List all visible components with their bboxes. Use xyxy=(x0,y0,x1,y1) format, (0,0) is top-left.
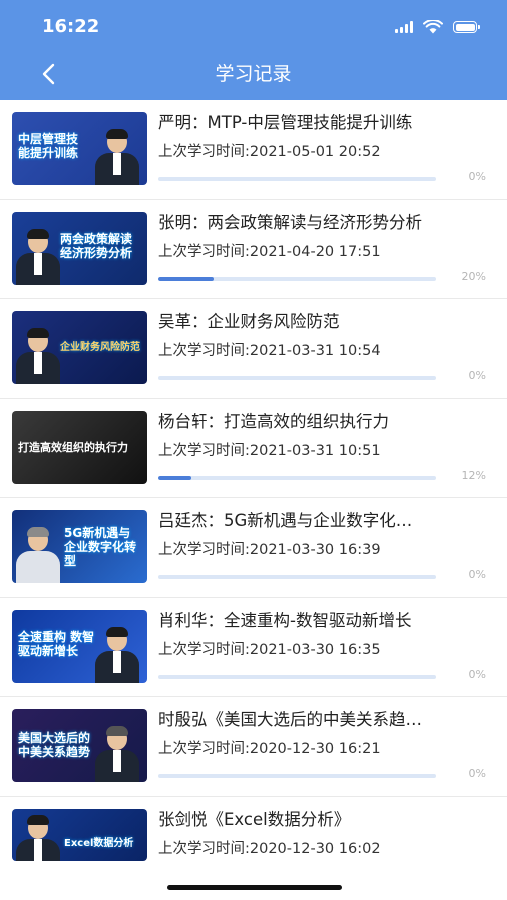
last-study-time: 上次学习时间:2021-03-30 16:39 xyxy=(158,542,381,558)
thumbnail-text: Excel数据分析 xyxy=(64,837,134,849)
progress-bar xyxy=(158,575,436,579)
course-thumbnail: 企业财务风险防范 xyxy=(12,311,147,384)
wifi-icon xyxy=(423,20,443,34)
last-study-time: 上次学习时间:2021-05-01 20:52 xyxy=(158,144,381,160)
last-study-time: 上次学习时间:2021-03-31 10:51 xyxy=(158,442,381,459)
progress-bar xyxy=(158,376,436,380)
course-thumbnail: 美国大选后的 中美关系趋势 xyxy=(12,709,147,782)
progress-percent: 0% xyxy=(468,369,486,382)
record-item[interactable]: 全速重构 数智驱动新增长 肖利华：全速重构-数智驱动新增长 上次学习时间:202… xyxy=(0,598,507,697)
record-item[interactable]: 中层管理技能提升训练 严明：MTP-中层管理技能提升训练 上次学习时间:2021… xyxy=(0,100,507,200)
thumbnail-text: 全速重构 数智驱动新增长 xyxy=(18,629,95,658)
course-title: 严明：MTP-中层管理技能提升训练 xyxy=(158,113,413,132)
course-thumbnail: 全速重构 数智驱动新增长 xyxy=(12,609,147,683)
course-title: 杨台轩：打造高效的组织执行力 xyxy=(158,411,389,431)
progress-bar xyxy=(158,276,436,281)
progress-percent: 20% xyxy=(461,269,486,283)
progress-bar xyxy=(158,177,436,181)
progress-percent: 0% xyxy=(468,170,486,183)
course-title: 时殷弘《美国大选后的中美关系趋… xyxy=(158,710,422,729)
lecturer-image xyxy=(95,626,139,683)
record-item[interactable]: 5G新机遇与 企业数字化转型 吕廷杰：5G新机遇与企业数字化… 上次学习时间:2… xyxy=(0,498,507,598)
progress-fill xyxy=(158,276,214,281)
status-time: 16:22 xyxy=(42,16,100,37)
lecturer-image xyxy=(95,129,139,185)
course-thumbnail: 中层管理技能提升训练 xyxy=(12,112,147,185)
lecturer-image xyxy=(95,726,139,782)
record-list: 中层管理技能提升训练 严明：MTP-中层管理技能提升训练 上次学习时间:2021… xyxy=(0,100,507,877)
thumbnail-text: 企业财务风险防范 xyxy=(60,342,140,353)
record-item[interactable]: 打造高效组织的执行力 杨台轩：打造高效的组织执行力 上次学习时间:2021-03… xyxy=(0,399,507,498)
progress-percent: 0% xyxy=(468,568,486,581)
course-title: 吕廷杰：5G新机遇与企业数字化… xyxy=(158,511,413,530)
header: 16:22 学习记录 xyxy=(0,0,507,100)
course-title: 张剑悦《Excel数据分析》 xyxy=(158,809,351,829)
record-item[interactable]: 两会政策解读 经济形势分析 张明：两会政策解读与经济形势分析 上次学习时间:20… xyxy=(0,200,507,299)
lecturer-image xyxy=(16,228,60,285)
progress-bar xyxy=(158,774,436,778)
course-title: 张明：两会政策解读与经济形势分析 xyxy=(158,212,422,232)
status-icons xyxy=(395,20,480,34)
last-study-time: 上次学习时间:2021-03-30 16:35 xyxy=(158,641,381,658)
progress-bar xyxy=(158,475,436,480)
course-thumbnail: 5G新机遇与 企业数字化转型 xyxy=(12,510,147,583)
record-item[interactable]: 企业财务风险防范 吴革：企业财务风险防范 上次学习时间:2021-03-31 1… xyxy=(0,299,507,399)
thumbnail-text: 打造高效组织的执行力 xyxy=(18,440,128,454)
progress-bar xyxy=(158,674,436,679)
lecturer-image xyxy=(16,814,60,861)
progress-percent: 12% xyxy=(461,468,486,482)
course-thumbnail: 打造高效组织的执行力 xyxy=(12,410,147,484)
battery-icon xyxy=(453,21,480,33)
lecturer-image xyxy=(16,527,60,583)
thumbnail-text: 5G新机遇与 企业数字化转型 xyxy=(64,526,137,568)
thumbnail-text: 美国大选后的 中美关系趋势 xyxy=(18,731,91,759)
signal-icon xyxy=(395,21,413,33)
last-study-time: 上次学习时间:2020-12-30 16:21 xyxy=(158,741,381,757)
course-thumbnail: 两会政策解读 经济形势分析 xyxy=(12,211,147,285)
thumbnail-text: 两会政策解读 经济形势分析 xyxy=(60,231,133,260)
progress-fill xyxy=(158,475,192,480)
last-study-time: 上次学习时间:2020-12-30 16:02 xyxy=(158,840,381,857)
record-item[interactable]: Excel数据分析 张剑悦《Excel数据分析》 上次学习时间:2020-12-… xyxy=(0,797,507,877)
last-study-time: 上次学习时间:2021-03-31 10:54 xyxy=(158,343,381,359)
last-study-time: 上次学习时间:2021-04-20 17:51 xyxy=(158,243,381,260)
page-title: 学习记录 xyxy=(215,63,292,85)
home-indicator xyxy=(167,885,342,890)
course-title: 肖利华：全速重构-数智驱动新增长 xyxy=(158,610,412,630)
course-title: 吴革：企业财务风险防范 xyxy=(158,312,340,331)
progress-percent: 0% xyxy=(468,767,486,780)
record-item[interactable]: 美国大选后的 中美关系趋势 时殷弘《美国大选后的中美关系趋… 上次学习时间:20… xyxy=(0,697,507,797)
course-thumbnail: Excel数据分析 xyxy=(12,808,147,861)
progress-percent: 0% xyxy=(468,667,486,681)
lecturer-image xyxy=(16,328,60,384)
thumbnail-text: 中层管理技能提升训练 xyxy=(18,132,79,160)
